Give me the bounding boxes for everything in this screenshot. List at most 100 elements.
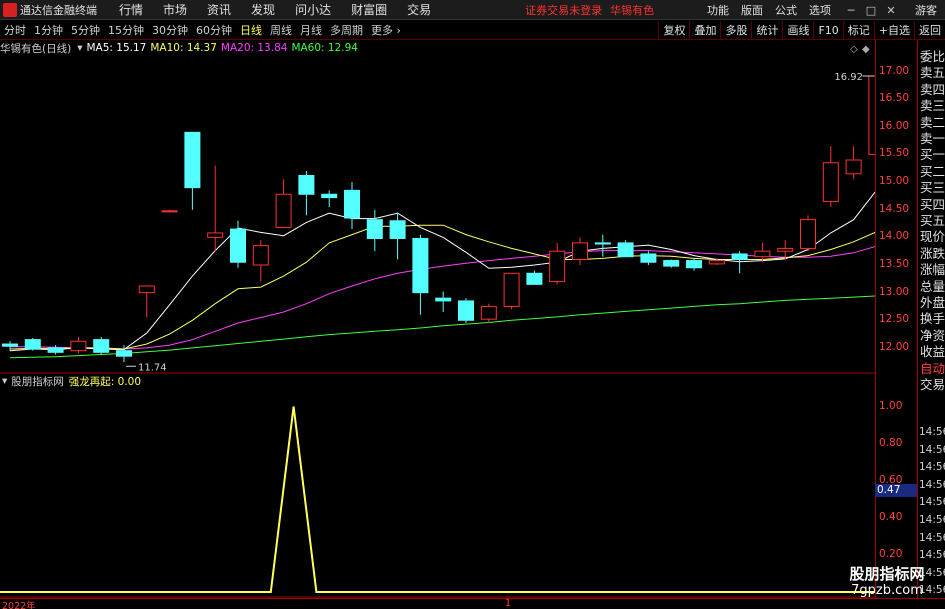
ma5-line: [9, 191, 875, 352]
candle-body-down: [389, 220, 406, 239]
chart-title: 华锡有色(日线): [0, 42, 72, 55]
candle-body-up: [822, 162, 839, 202]
period-1min[interactable]: 1分钟: [30, 22, 67, 38]
price-tick-label: 16.00: [879, 119, 910, 132]
month-label: 1: [505, 598, 512, 609]
date-axis: 2022年 1: [0, 598, 945, 609]
candle-body-down: [617, 242, 634, 258]
candle-body-up: [549, 250, 566, 283]
candle-body-up: [503, 272, 520, 307]
current-value-badge: 0.47: [875, 484, 917, 497]
kline-chart[interactable]: 16.92 11.74 ◇ ◆: [0, 40, 875, 600]
watermark-text: 股朋指标网: [849, 565, 925, 583]
candle-body-down: [412, 237, 429, 294]
indicator-tick-label: 1.00: [879, 399, 903, 412]
candle-body-down: [2, 343, 18, 347]
tool-back[interactable]: 返回: [914, 21, 945, 40]
period-multi[interactable]: 多周期: [326, 22, 367, 38]
dropdown-circle-icon[interactable]: ▾: [2, 375, 7, 387]
trade-time: 14:56: [919, 549, 945, 562]
candle-body-down: [47, 347, 64, 353]
tool-stats[interactable]: 统计: [751, 21, 782, 40]
stock-name-top: 华锡有色: [610, 3, 655, 17]
ma60-label: MA60: 12.94: [291, 42, 358, 54]
tool-adjust[interactable]: 复权: [658, 21, 689, 40]
candle-body-down: [230, 228, 246, 263]
maximize-icon[interactable]: □: [863, 4, 879, 17]
candle-body-down: [526, 272, 543, 285]
trade-time: 14:56: [919, 514, 945, 526]
candle-body-up: [754, 250, 771, 258]
menu-trade[interactable]: 交易: [407, 1, 431, 18]
side-panel-item[interactable]: 交易: [920, 374, 945, 393]
app-title: 通达信金融终端: [20, 3, 97, 17]
trade-time: 14:56: [919, 478, 945, 491]
candle-body-down: [93, 339, 110, 353]
trade-time: 14:56: [919, 531, 945, 544]
low-annotation: 11.74: [138, 362, 167, 373]
candle-body-down: [116, 350, 132, 357]
candle-body-up: [708, 260, 725, 265]
candle-body-up: [207, 232, 224, 238]
menu-layout[interactable]: 版面: [741, 2, 763, 18]
tool-add-watchlist[interactable]: +自选: [873, 21, 914, 40]
candle-body-up: [161, 210, 178, 213]
tool-mark[interactable]: 标记: [842, 21, 874, 40]
candle-body-down: [686, 260, 702, 269]
chart-tools: 复权 叠加 多股 统计 画线 F10 标记 +自选 返回: [658, 21, 945, 40]
period-toolbar: 分时 1分钟 5分钟 15分钟 30分钟 60分钟 日线 周线 月线 多周期 更…: [0, 21, 945, 40]
period-15min[interactable]: 15分钟: [104, 22, 148, 38]
candle-body-down: [435, 297, 452, 302]
period-5min[interactable]: 5分钟: [67, 22, 104, 38]
trade-time: 14:56: [919, 461, 945, 474]
tool-multi-stock[interactable]: 多股: [720, 21, 751, 40]
watermark: 股朋指标网 7gpzb.com: [838, 566, 936, 600]
app-logo-icon: [3, 2, 17, 17]
close-icon[interactable]: ✕: [883, 4, 899, 17]
candle-body-down: [24, 339, 41, 350]
period-daily[interactable]: 日线: [236, 22, 266, 38]
menu-options[interactable]: 选项: [809, 2, 831, 18]
menu-wealth-circle[interactable]: 财富圈: [351, 1, 387, 18]
period-weekly[interactable]: 周线: [266, 22, 296, 38]
indicator-source: 股朋指标网: [11, 375, 64, 388]
tool-overlay[interactable]: 叠加: [689, 21, 720, 40]
candle-body-down: [458, 300, 474, 321]
dropdown-circle-icon[interactable]: ▾: [77, 42, 82, 54]
candle-body-down: [663, 260, 680, 267]
menu-ask[interactable]: 问小达: [295, 1, 331, 18]
trade-time: 14:56: [919, 443, 945, 456]
price-tick-label: 12.00: [879, 340, 910, 353]
price-tick-label: 15.50: [879, 147, 910, 160]
price-axis: 17.00 16.50 16.00 15.50 15.00 14.50 14.00 13.50…: [875, 40, 917, 600]
ma10-label: MA10: 14.37: [150, 42, 217, 54]
period-monthly[interactable]: 月线: [296, 22, 326, 38]
period-more[interactable]: 更多: [367, 22, 405, 38]
right-menus: 功能 版面 公式 选项 ─ □ ✕ 游客: [707, 0, 945, 20]
candle-body-down: [184, 131, 201, 189]
tool-f10[interactable]: F10: [813, 21, 842, 40]
menu-formula[interactable]: 公式: [775, 2, 797, 18]
period-60min[interactable]: 60分钟: [192, 22, 236, 38]
menu-market[interactable]: 市场: [163, 1, 187, 18]
high-annotation: 16.92: [834, 72, 863, 83]
tool-draw[interactable]: 画线: [782, 21, 813, 40]
menu-quotes[interactable]: 行情: [119, 1, 143, 18]
price-tick-label: 12.50: [879, 313, 910, 326]
menu-functions[interactable]: 功能: [707, 2, 729, 18]
period-30min[interactable]: 30分钟: [148, 22, 192, 38]
indicator-name: 强龙再起: 0.00: [68, 375, 142, 388]
menu-discover[interactable]: 发现: [251, 1, 275, 18]
candle-body-down: [366, 219, 383, 239]
candle-body-up: [252, 245, 269, 266]
indicator-tick-label: 0.20: [879, 547, 903, 560]
period-intraday[interactable]: 分时: [0, 22, 30, 38]
candle-body-up: [572, 242, 588, 260]
login-status[interactable]: 证券交易未登录: [525, 2, 602, 18]
guest-login[interactable]: 游客: [915, 2, 937, 18]
menu-bar: 通达信金融终端 行情 市场 资讯 发现 问小达 财富圈 交易 证券交易未登录 华…: [0, 0, 945, 20]
price-tick-label: 14.00: [879, 230, 910, 243]
menu-news[interactable]: 资讯: [207, 1, 231, 18]
minimize-icon[interactable]: ─: [843, 4, 859, 17]
price-tick-label: 14.50: [879, 202, 910, 215]
